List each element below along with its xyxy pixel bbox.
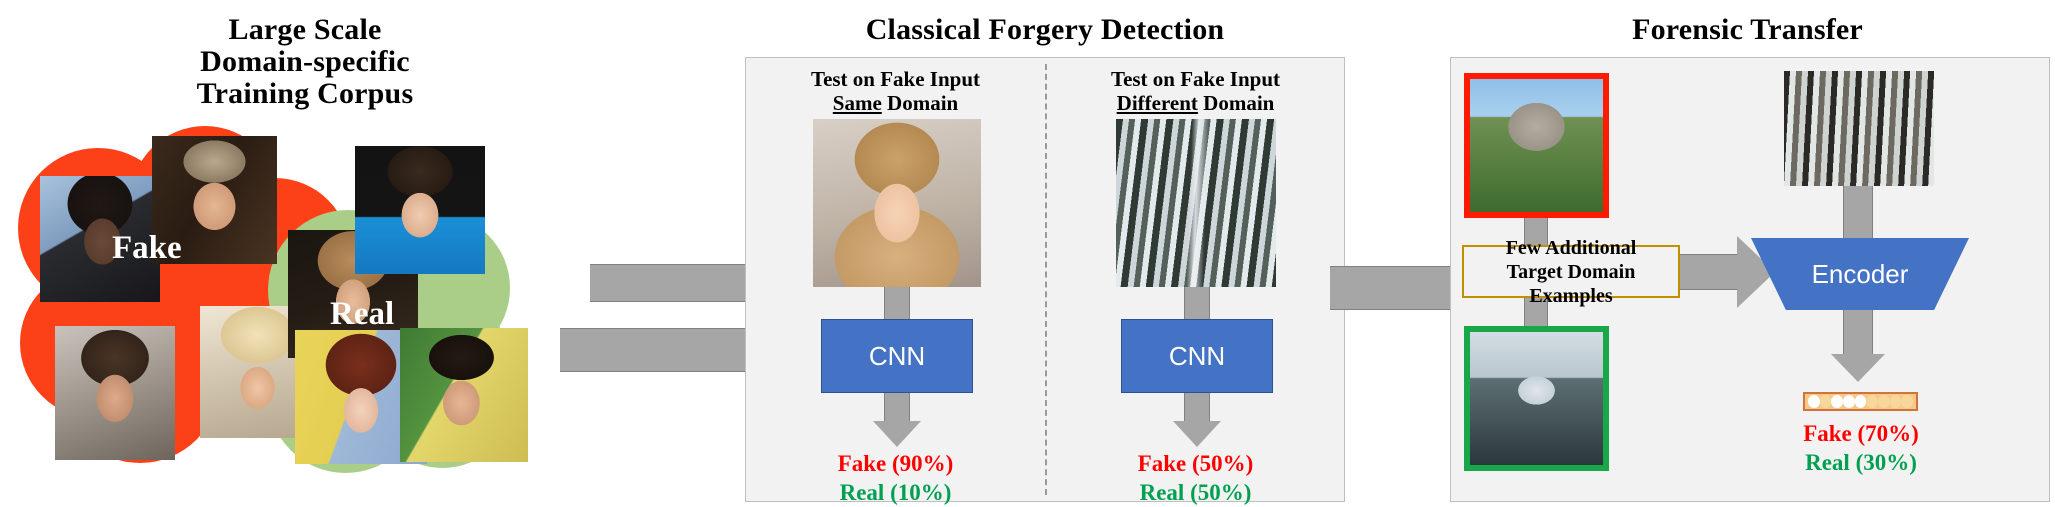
source-example-image-green [1464, 326, 1609, 471]
real-face-thumbnail [355, 146, 485, 274]
real-face-thumbnail [400, 328, 528, 462]
classical-panel-title: Classical Forgery Detection [865, 13, 1225, 46]
same-domain-subpanel: Test on Fake Input Same Domain CNN Fake … [746, 58, 1045, 505]
same-domain-verdict: Fake (90%) Real (10%) [746, 450, 1045, 507]
feature-vector-cell [1901, 395, 1914, 408]
same-domain-cnn-box[interactable]: CNN [821, 319, 973, 393]
forensic-transfer-panel: Few Additional Target Domain Examples En… [1450, 57, 2050, 502]
figure-canvas: Large Scale Domain-specific Training Cor… [0, 0, 2055, 506]
examples-to-encoder-arrow-shaft [1680, 254, 1740, 290]
different-domain-heading: Test on Fake Input Different Domain [1046, 67, 1345, 116]
same-domain-real-result: Real (10%) [839, 479, 952, 505]
different-domain-output-arrowhead [1173, 421, 1221, 447]
same-domain-output-arrowhead [873, 421, 921, 447]
encoder-output-arrow-shaft [1843, 310, 1873, 354]
same-domain-heading-rest: Domain [881, 90, 959, 115]
corpus-title-line-1: Large Scale [228, 13, 382, 46]
same-domain-test-image [813, 119, 981, 287]
classical-forgery-detection-panel: Test on Fake Input Same Domain CNN Fake … [745, 57, 1345, 505]
same-domain-emphasis: Same [832, 90, 882, 115]
training-corpus-group: Fake Real [0, 118, 528, 506]
same-domain-output-arrow-shaft [884, 393, 910, 421]
different-domain-heading-line1: Test on Fake Input [1110, 67, 1281, 91]
target-to-encoder-arrow [1843, 186, 1873, 238]
different-domain-subpanel: Test on Fake Input Different Domain CNN … [1046, 58, 1345, 504]
same-domain-heading-line2: Same Domain [746, 90, 1045, 116]
same-domain-input-arrow [884, 287, 910, 319]
different-domain-heading-rest: Domain [1197, 90, 1275, 115]
different-domain-output-arrow-shaft [1184, 393, 1210, 421]
feature-vector-cell [1808, 395, 1820, 408]
feature-vector-cell [1843, 395, 1855, 408]
same-domain-fake-result: Fake (90%) [837, 451, 954, 476]
feature-vector-cell [1819, 395, 1832, 408]
corpus-title-line-3: Training Corpus [196, 76, 414, 110]
target-domain-image [1784, 71, 1934, 186]
examples-box-line-1: Few Additional [1505, 236, 1637, 259]
real-blob-label: Real [330, 296, 395, 332]
corpus-title-line-2: Domain-specific [200, 44, 410, 78]
different-domain-input-arrow [1184, 287, 1210, 319]
few-additional-examples-box: Few Additional Target Domain Examples [1462, 237, 1680, 307]
feature-vector-cell [1866, 395, 1879, 408]
forensic-panel-title: Forensic Transfer [1632, 13, 1863, 46]
corpus-panel-title: Large Scale Domain-specific Training Cor… [120, 14, 490, 109]
forensic-fake-result: Fake (70%) [1803, 421, 1919, 446]
fake-face-thumbnail [55, 326, 175, 460]
forensic-verdict: Fake (70%) Real (30%) [1736, 420, 1986, 477]
same-domain-heading: Test on Fake Input Same Domain [746, 67, 1045, 116]
different-domain-fake-result: Fake (50%) [1137, 451, 1254, 476]
examples-box-line-2: Target Domain [1506, 260, 1636, 283]
feature-vector-cell [1878, 395, 1890, 408]
source-example-image-red [1464, 73, 1609, 218]
encoder-block[interactable]: Encoder [1751, 238, 1969, 310]
encoder-label: Encoder [1811, 258, 1909, 289]
encoder-output-arrowhead [1831, 354, 1885, 382]
feature-vector-cell [1831, 395, 1844, 408]
different-domain-cnn-box[interactable]: CNN [1121, 319, 1273, 393]
different-domain-heading-line2: Different Domain [1046, 90, 1345, 116]
feature-vector-cell [1889, 395, 1902, 408]
different-domain-verdict: Fake (50%) Real (50%) [1046, 450, 1345, 507]
forensic-real-result: Real (30%) [1805, 449, 1917, 475]
feature-vector-cell [1854, 395, 1867, 408]
different-domain-emphasis: Different [1116, 90, 1198, 115]
feature-vector-strip [1803, 392, 1918, 411]
examples-box-line-3: Examples [1529, 284, 1613, 307]
same-domain-heading-line1: Test on Fake Input [810, 67, 981, 91]
different-domain-test-image [1116, 119, 1276, 287]
different-domain-real-result: Real (50%) [1139, 479, 1252, 505]
fake-blob-label: Fake [112, 230, 182, 266]
